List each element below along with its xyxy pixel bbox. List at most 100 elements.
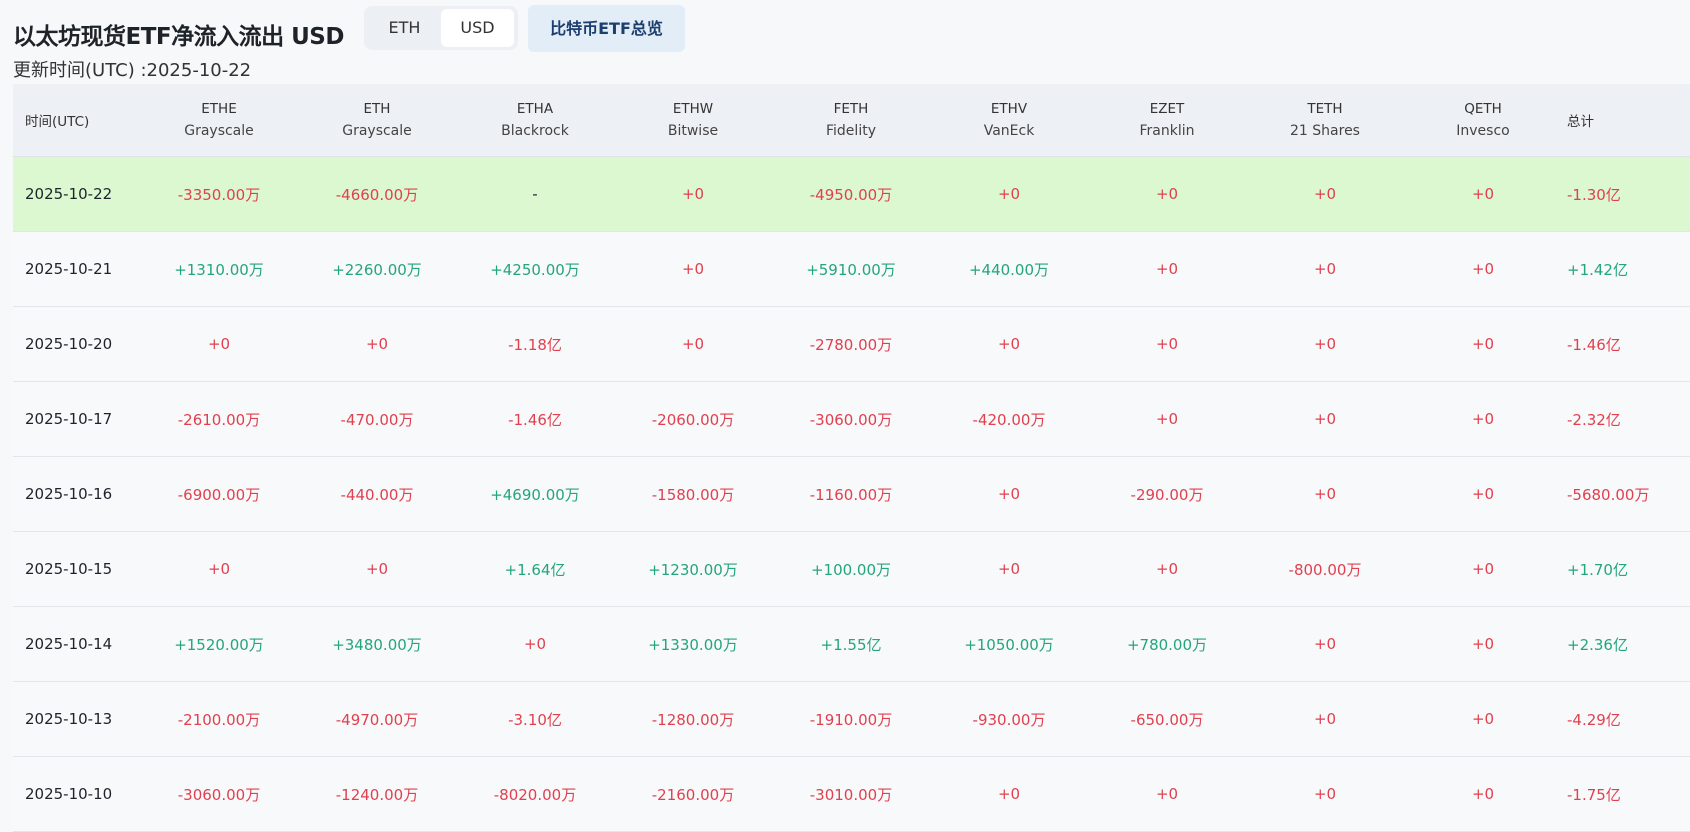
flow-cell-ethe: +1520.00万 <box>174 635 264 654</box>
row-date: 2025-10-15 <box>25 560 113 578</box>
flow-cell-qeth: +0 <box>1471 485 1495 503</box>
flow-cell-feth: +1.55亿 <box>820 635 882 654</box>
flow-cell-etha: +4250.00万 <box>490 260 580 279</box>
flow-cell-ezet: +0 <box>1155 410 1179 428</box>
flow-cell-qeth: +0 <box>1471 785 1495 803</box>
flow-cell-eth: -1240.00万 <box>335 785 419 804</box>
flow-cell-ethe: -3350.00万 <box>177 185 261 204</box>
flow-cell-ethv: +0 <box>997 335 1021 353</box>
ticker-label: ETHW <box>672 101 714 117</box>
flow-cell-etha: +1.64亿 <box>504 560 566 579</box>
flow-cell-teth: +0 <box>1313 635 1337 653</box>
flow-total: -1.46亿 <box>1567 335 1621 354</box>
flow-cell-teth: +0 <box>1313 185 1337 203</box>
table-row: 2025-10-17 -2610.00万 -470.00万 -1.46亿 -2060.0… <box>13 382 1690 457</box>
flow-cell-feth: -1910.00万 <box>809 710 893 729</box>
ticker-label: ETHV <box>990 101 1028 117</box>
flow-cell-ethw: +1330.00万 <box>648 635 738 654</box>
table-row: 2025-10-22 -3350.00万 -4660.00万 - +0 -4950.00万… <box>13 157 1690 232</box>
issuer-label: 21 Shares <box>1290 123 1360 139</box>
ticker-label: ETHA <box>516 101 554 117</box>
row-date: 2025-10-13 <box>25 710 113 728</box>
table-row: 2025-10-14 +1520.00万 +3480.00万 +0 +1330.00万 +… <box>13 607 1690 682</box>
flow-cell-qeth: +0 <box>1471 260 1495 278</box>
flow-cell-ethw: +0 <box>681 335 705 353</box>
flow-cell-ethv: +0 <box>997 785 1021 803</box>
row-date: 2025-10-17 <box>25 410 113 428</box>
flow-cell-ethv: +1050.00万 <box>964 635 1054 654</box>
flow-cell-ethv: +440.00万 <box>968 260 1050 279</box>
issuer-label: VanEck <box>983 123 1035 139</box>
unit-usd-option[interactable]: USD <box>441 9 514 47</box>
flow-cell-ezet: +0 <box>1155 785 1179 803</box>
flow-cell-qeth: +0 <box>1471 560 1495 578</box>
unit-eth-option[interactable]: ETH <box>368 9 441 47</box>
flow-cell-ethe: -3060.00万 <box>177 785 261 804</box>
flow-cell-qeth: +0 <box>1471 185 1495 203</box>
date-header: 时间(UTC) <box>25 114 90 130</box>
btc-etf-overview-button[interactable]: 比特币ETF总览 <box>528 5 685 52</box>
flow-cell-ezet: +0 <box>1155 335 1179 353</box>
flow-cell-qeth: +0 <box>1471 410 1495 428</box>
table-header: 时间(UTC) ETHE Grayscale ETH Grayscale ETHA Bla… <box>13 84 1690 157</box>
flow-cell-ethw: +0 <box>681 260 705 278</box>
table-row: 2025-10-20 +0 +0 -1.18亿 +0 -2780.00万 +0 +0 +0 +0 -… <box>13 307 1690 382</box>
flow-cell-etha: -8020.00万 <box>493 785 577 804</box>
flow-cell-ezet: +0 <box>1155 560 1179 578</box>
column-header-ethe: ETHE Grayscale <box>140 101 298 139</box>
flow-cell-ethw: +0 <box>681 185 705 203</box>
flow-cell-qeth: +0 <box>1471 335 1495 353</box>
column-header-teth: TETH 21 Shares <box>1246 101 1404 139</box>
ticker-label: TETH <box>1307 101 1343 117</box>
column-header-etha: ETHA Blackrock <box>456 101 614 139</box>
issuer-label: Blackrock <box>501 123 569 139</box>
flow-cell-ethv: +0 <box>997 185 1021 203</box>
flow-total: -1.75亿 <box>1567 785 1621 804</box>
column-header-ethv: ETHV VanEck <box>930 101 1088 139</box>
flow-cell-ezet: -290.00万 <box>1130 485 1204 504</box>
issuer-label: Grayscale <box>184 123 254 139</box>
flow-cell-feth: +5910.00万 <box>806 260 896 279</box>
column-header-ezet: EZET Franklin <box>1088 101 1246 139</box>
flow-cell-teth: -800.00万 <box>1288 560 1362 579</box>
etf-flow-table: 时间(UTC) ETHE Grayscale ETH Grayscale ETHA Bla… <box>13 84 1690 832</box>
column-header-eth: ETH Grayscale <box>298 101 456 139</box>
flow-cell-etha: +4690.00万 <box>490 485 580 504</box>
flow-cell-eth: -440.00万 <box>340 485 414 504</box>
flow-cell-teth: +0 <box>1313 335 1337 353</box>
flow-cell-ethw: -2160.00万 <box>651 785 735 804</box>
row-date: 2025-10-10 <box>25 785 113 803</box>
total-header: 总计 <box>1567 114 1594 130</box>
flow-cell-ethv: +0 <box>997 560 1021 578</box>
flow-total: -4.29亿 <box>1567 710 1621 729</box>
column-header-ethw: ETHW Bitwise <box>614 101 772 139</box>
flow-cell-ethe: -2100.00万 <box>177 710 261 729</box>
issuer-label: Franklin <box>1139 123 1195 139</box>
row-date: 2025-10-14 <box>25 635 113 653</box>
column-header-qeth: QETH Invesco <box>1404 101 1562 139</box>
flow-cell-teth: +0 <box>1313 710 1337 728</box>
flow-cell-ethe: +0 <box>207 560 231 578</box>
flow-total: +1.42亿 <box>1567 260 1628 279</box>
flow-cell-ethe: +1310.00万 <box>174 260 264 279</box>
row-date: 2025-10-16 <box>25 485 113 503</box>
column-header-feth: FETH Fidelity <box>772 101 930 139</box>
flow-cell-eth: -4660.00万 <box>335 185 419 204</box>
flow-cell-ezet: +780.00万 <box>1126 635 1208 654</box>
unit-toggle[interactable]: ETH USD <box>364 6 518 50</box>
table-row: 2025-10-10 -3060.00万 -1240.00万 -8020.00万 -21… <box>13 757 1690 832</box>
flow-cell-eth: -470.00万 <box>340 410 414 429</box>
flow-cell-teth: +0 <box>1313 785 1337 803</box>
issuer-label: Grayscale <box>342 123 412 139</box>
flow-cell-ethe: -2610.00万 <box>177 410 261 429</box>
flow-cell-ethv: -420.00万 <box>972 410 1046 429</box>
flow-cell-eth: +0 <box>365 335 389 353</box>
flow-cell-qeth: +0 <box>1471 635 1495 653</box>
flow-cell-ethe: -6900.00万 <box>177 485 261 504</box>
ticker-label: ETHE <box>201 101 237 117</box>
flow-cell-feth: -3060.00万 <box>809 410 893 429</box>
flow-cell-feth: -2780.00万 <box>809 335 893 354</box>
issuer-label: Bitwise <box>667 123 719 139</box>
flow-cell-qeth: +0 <box>1471 710 1495 728</box>
flow-total: -2.32亿 <box>1567 410 1621 429</box>
